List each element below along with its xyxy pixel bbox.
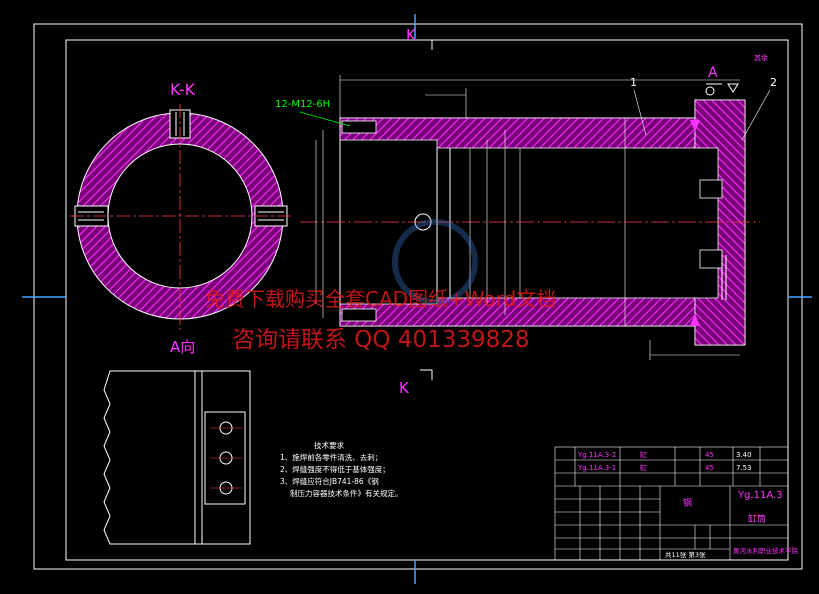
sheet-info: 共11张 第3张 <box>665 550 706 559</box>
cut-mark-bottom: K <box>399 379 410 397</box>
weld-symbol-circle <box>705 86 715 96</box>
part-balloon-1: 1 <box>630 76 637 89</box>
row2-name: 缸 <box>640 463 647 472</box>
row2-code: Yg.11A.3-1 <box>577 464 616 472</box>
section-label: K-K <box>170 80 196 99</box>
view-label-a: A向 <box>170 338 195 356</box>
company-name: 黄河水利职业技术学院 <box>733 546 799 555</box>
balloon-2-leader <box>741 89 771 141</box>
notes-line2: 2、焊缝强度不得低于基体强度； <box>280 465 390 474</box>
row1-name: 缸 <box>640 450 647 459</box>
view-arrow-label: A <box>708 65 718 81</box>
notes-line1: 1、施焊前各零件清洗、去刺； <box>280 453 383 462</box>
material: 钢 <box>683 497 692 509</box>
row2-mat: 45 <box>705 464 714 472</box>
technical-notes: 技术要求 1、施焊前各零件清洗、去刺； 2、焊缝强度不得低于基体强度； 3、焊缝… <box>280 440 403 500</box>
roughness-label: 其余 <box>754 53 768 62</box>
cut-line-bottom <box>420 369 433 380</box>
notes-line4: 制压力容器技术条件》有关规定。 <box>290 489 403 498</box>
roughness-symbol <box>727 83 739 93</box>
notes-line3: 3、焊缝应符合JB741-86《钢 <box>280 477 379 486</box>
title-block-text: Yg.11A.3-2 Yg.11A.3-1 缸 缸 45 45 3.40 7.5… <box>577 450 799 559</box>
weight-b: 7.53 <box>736 464 752 472</box>
view-a-partial <box>103 370 251 545</box>
part-name: 缸筒 <box>748 513 766 525</box>
row1-code: Yg.11A.3-2 <box>577 451 616 459</box>
part-balloon-2: 2 <box>770 76 777 89</box>
notes-title: 技术要求 <box>314 441 344 450</box>
watermark-line1: 免费下载购买全套CAD图纸+Word文档 <box>205 287 557 311</box>
thread-callout: 12-M12-6H <box>275 99 330 110</box>
row1-mat: 45 <box>705 451 714 459</box>
drawing-number: Yg.11A.3 <box>737 490 783 501</box>
cut-mark-top: K <box>406 26 417 44</box>
watermark-line2: 咨询请联系 QQ 401339828 <box>232 327 530 353</box>
cut-line-top <box>420 39 433 50</box>
weight-a: 3.40 <box>736 451 752 459</box>
